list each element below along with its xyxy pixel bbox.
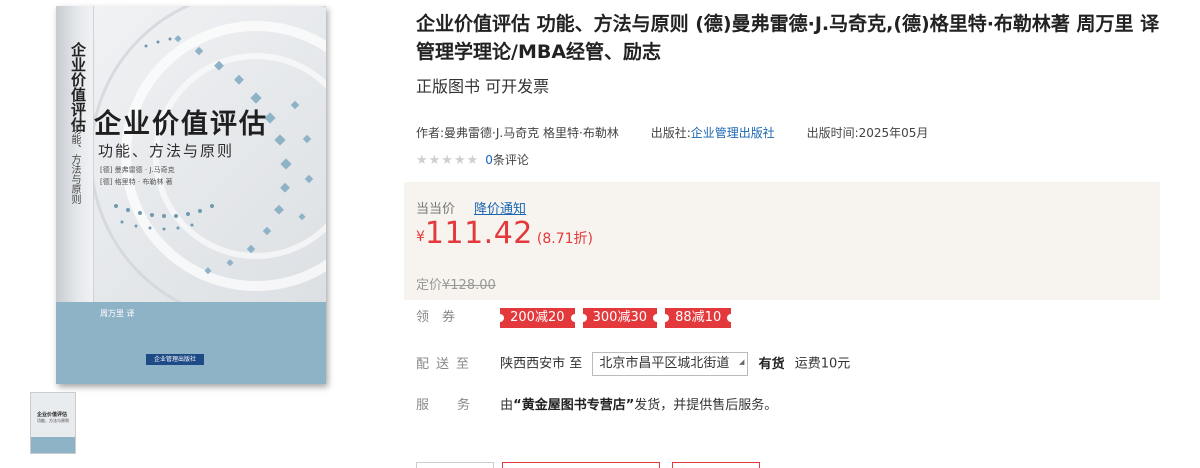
cover-spine-subtitle: 功能、方法与原则 (69, 124, 80, 204)
shipping-label: 配送至 (416, 356, 477, 372)
list-price: 定价¥128.00 (416, 274, 496, 293)
pubdate-value: 2025年05月 (858, 126, 929, 140)
discount-rate: (8.71折) (536, 231, 594, 247)
list-price-label: 定价 (416, 278, 443, 293)
publisher-link[interactable]: 企业管理出版社 (691, 126, 775, 140)
stock-status: 有货 (758, 356, 785, 372)
publisher-label: 出版社: (650, 126, 691, 140)
price-value: 111.42 (424, 216, 533, 251)
shipping-fee: 运费10元 (794, 356, 851, 372)
coupon-200-20[interactable]: 200减20 (496, 307, 579, 328)
ship-from: 陕西西安市 至 (500, 356, 583, 372)
coupon-300-30[interactable]: 300减30 (578, 307, 662, 328)
shipping-row: 配送至 陕西西安市 至 北京市昌平区城北街道 ◢ 有货 运费10元 (416, 352, 850, 376)
price-drop-notice-link[interactable]: 降价通知 (474, 198, 526, 217)
shop-name-link[interactable]: “黄金屋图书专营店” (513, 398, 634, 413)
product-info: 企业价值评估 功能、方法与原则 (德)曼弗雷德·J.马奇克,(德)格里特·布勒林… (416, 10, 1160, 98)
price-label: 当当价 (416, 202, 456, 217)
cover-band (56, 302, 326, 384)
cover-author-2: [德] 格里特 · 布勒林 著 (100, 178, 173, 186)
cover-spine-title: 企业价值评估 (69, 42, 87, 132)
coupon-88-10[interactable]: 88减10 (661, 307, 736, 328)
star-rating-icon: ★★★★★ (416, 153, 480, 168)
product-thumbnail[interactable]: 企业价值评估 功能、方法与原则 (30, 392, 76, 454)
author-label: 作者: (416, 126, 445, 140)
product-subtitle: 正版图书 可开发票 (416, 77, 550, 96)
add-to-cart-button[interactable] (502, 462, 660, 468)
book-cover: 企业价值评估 功能、方法与原则 企业价值评估 功能、方法与原则 [德] 曼弗雷德… (56, 6, 326, 384)
buy-now-button[interactable] (672, 462, 760, 468)
product-meta: 作者:曼弗雷德·J.马奇克 格里特·布勒林 出版社:企业管理出版社 出版时间:2… (416, 124, 956, 141)
quantity-box[interactable] (416, 462, 494, 468)
address-value: 北京市昌平区城北街道 (599, 356, 730, 371)
resize-corner-icon: ◢ (739, 358, 745, 366)
coupon-row: 领券 200减20 300减30 88减10 (416, 306, 736, 328)
current-price: ¥111.42 (8.71折) (416, 216, 593, 251)
author-info: 作者:曼弗雷德·J.马奇克 格里特·布勒林 (416, 126, 619, 140)
pubdate-info: 出版时间:2025年05月 (807, 126, 929, 140)
publisher-info: 出版社:企业管理出版社 (651, 126, 775, 140)
cover-subtitle: 功能、方法与原则 (98, 142, 235, 160)
cover-translator: 周万里 译 (100, 309, 135, 318)
cover-authors: [德] 曼弗雷德 · J.马奇克 [德] 格里特 · 布勒林 著 (100, 164, 175, 188)
price-box: 当当价 降价通知 ¥111.42 (8.71折) 定价¥128.00 (404, 182, 1160, 300)
rating-row: ★★★★★ 0条评论 (416, 151, 529, 168)
author-value: 曼弗雷德·J.马奇克 格里特·布勒林 (444, 126, 619, 140)
service-label: 服务 (416, 398, 499, 413)
service-prefix: 由 (500, 398, 514, 413)
cover-title: 企业价值评估 (94, 109, 268, 140)
review-count-link[interactable]: 0 (485, 153, 493, 167)
product-main-image[interactable]: 企业价值评估 功能、方法与原则 企业价值评估 功能、方法与原则 [德] 曼弗雷德… (56, 6, 326, 384)
thumb-title: 企业价值评估 (37, 412, 68, 418)
thumb-subtitle: 功能、方法与原则 (37, 418, 69, 423)
thumb-band (31, 437, 75, 453)
pubdate-label: 出版时间: (806, 126, 859, 140)
currency-symbol: ¥ (416, 229, 425, 245)
cover-author-1: [德] 曼弗雷德 · J.马奇克 (100, 166, 175, 174)
service-row: 服务 由“黄金屋图书专营店”发货，并提供售后服务。 (416, 394, 777, 413)
list-price-value: ¥128.00 (442, 278, 496, 293)
cover-publisher-logo: 企业管理出版社 (146, 354, 204, 365)
coupon-label: 领券 (416, 310, 469, 325)
product-title: 企业价值评估 功能、方法与原则 (德)曼弗雷德·J.马奇克,(德)格里特·布勒林… (416, 13, 1160, 63)
address-select[interactable]: 北京市昌平区城北街道 ◢ (592, 352, 749, 376)
service-suffix: 发货，并提供售后服务。 (634, 398, 778, 413)
review-suffix: 条评论 (492, 153, 529, 167)
